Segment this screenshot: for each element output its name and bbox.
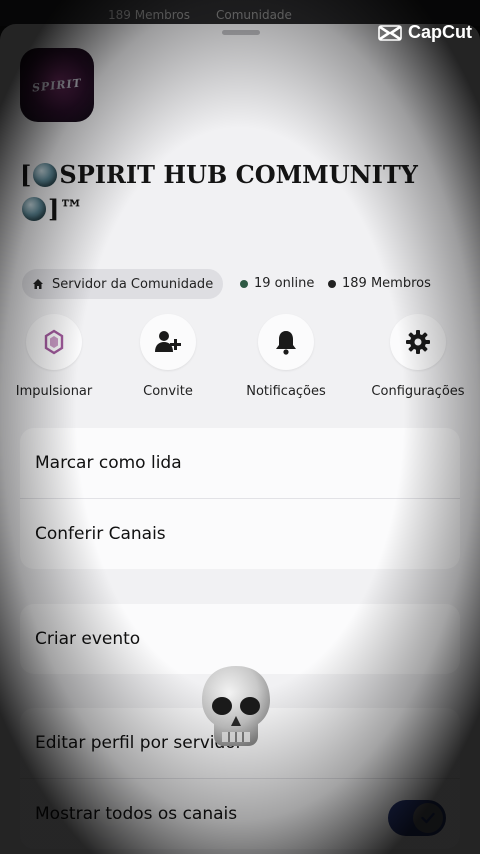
browse-channels-item[interactable]: Conferir Canais xyxy=(20,498,460,569)
member-count: 189 Membros xyxy=(328,276,431,291)
settings-button[interactable]: Configurações xyxy=(368,314,468,399)
title-bracket-open: [ xyxy=(20,160,32,189)
settings-circle xyxy=(390,314,446,370)
notifications-label: Notificações xyxy=(246,384,326,399)
notifications-circle xyxy=(258,314,314,370)
settings-label: Configurações xyxy=(371,384,465,399)
crystal-ball-icon xyxy=(22,197,46,221)
members-text: 189 Membros xyxy=(342,276,431,291)
community-server-badge[interactable]: Servidor da Comunidade xyxy=(22,269,224,299)
online-count: 19 online xyxy=(240,276,314,291)
drag-handle[interactable] xyxy=(222,30,260,35)
invite-circle xyxy=(140,314,196,370)
invite-label: Convite xyxy=(143,384,193,399)
bell-icon xyxy=(276,331,296,355)
capcut-watermark: CapCut xyxy=(378,22,472,43)
skull-emoji-icon xyxy=(202,666,270,746)
title-bracket-close: ]™ xyxy=(48,194,84,223)
header-members: 189 Membros xyxy=(108,8,191,22)
capcut-text: CapCut xyxy=(408,22,472,42)
boost-icon xyxy=(44,329,64,355)
boost-circle xyxy=(26,314,82,370)
gear-icon xyxy=(406,330,430,354)
online-dot-icon xyxy=(240,279,248,288)
server-avatar: SPIRIT xyxy=(20,48,94,122)
boost-button[interactable]: Impulsionar xyxy=(4,314,104,399)
online-text: 19 online xyxy=(254,276,315,291)
notifications-button[interactable]: Notificações xyxy=(236,314,336,399)
boost-label: Impulsionar xyxy=(15,384,93,399)
show-all-channels-item[interactable]: Mostrar todos os canais xyxy=(20,778,460,849)
badge-label: Servidor da Comunidade xyxy=(52,276,214,292)
capcut-logo-icon xyxy=(378,24,402,41)
mark-as-read-item[interactable]: Marcar como lida xyxy=(20,428,460,498)
server-logo-text: SPIRIT xyxy=(31,75,83,95)
invite-button[interactable]: Convite xyxy=(118,314,218,399)
show-all-channels-toggle[interactable] xyxy=(388,800,446,836)
crystal-ball-icon xyxy=(33,163,58,187)
toggle-knob xyxy=(413,803,443,833)
menu-group-read: Marcar como lida Conferir Canais xyxy=(20,428,460,569)
add-user-icon xyxy=(155,331,181,352)
header-community: Comunidade xyxy=(216,8,292,22)
home-icon xyxy=(33,279,43,289)
check-icon xyxy=(421,812,435,824)
server-name: SPIRIT HUB COMMUNITY xyxy=(59,160,418,189)
show-all-channels-label: Mostrar todos os canais xyxy=(35,804,238,824)
server-title: [ SPIRIT HUB COMMUNITY ]™ xyxy=(20,158,440,226)
members-dot-icon xyxy=(328,279,336,288)
